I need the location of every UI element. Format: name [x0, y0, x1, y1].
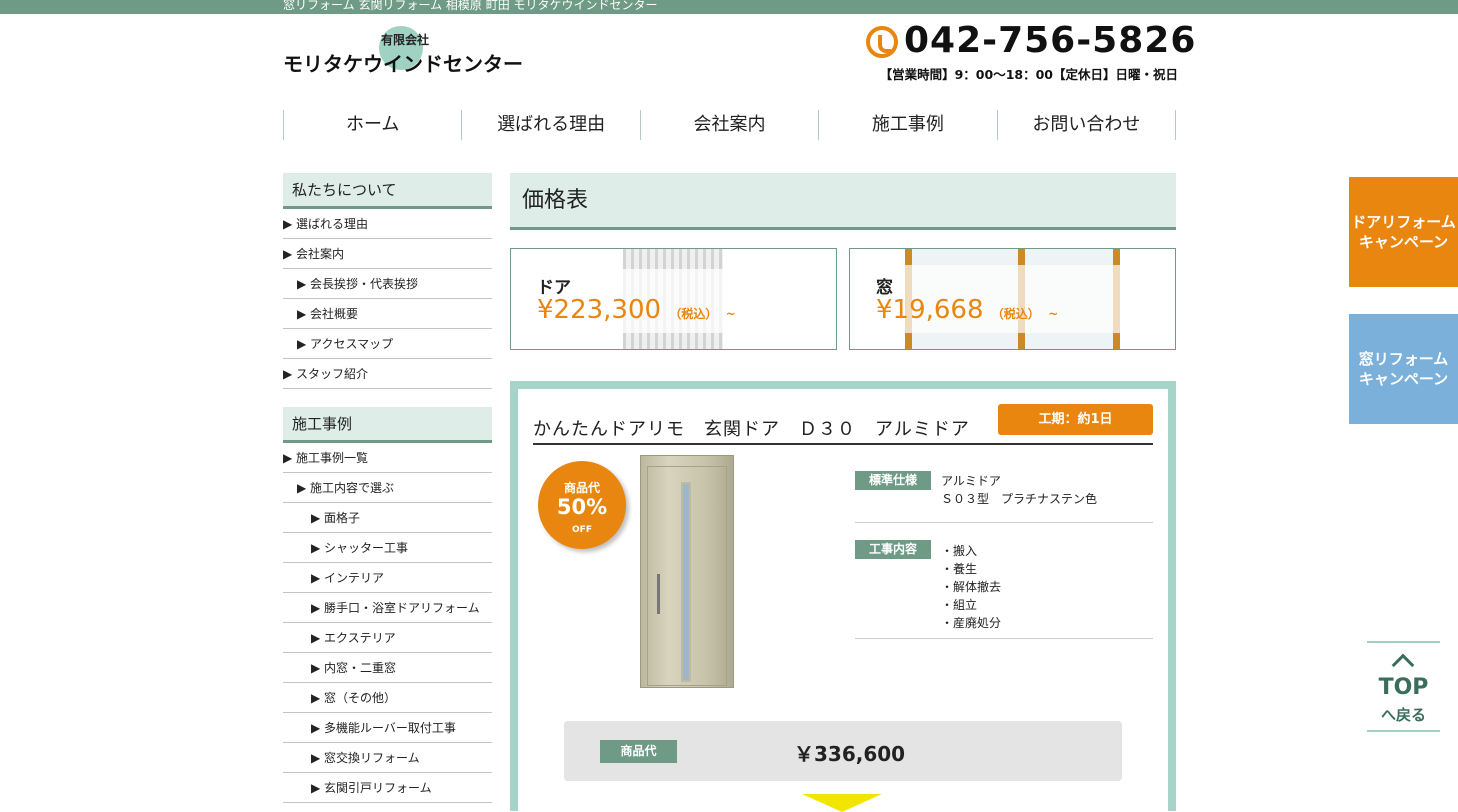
door-price-card[interactable]: ドア ¥223,300 （税込） ~ — [510, 248, 837, 350]
work-item: ・養生 — [941, 562, 978, 576]
sidebar: 私たちについて ▶ 選ばれる理由 ▶ 会社案内 ▶ 会長挨拶・代表挨拶 ▶ 会社概要 ▶… — [283, 173, 492, 803]
works-item[interactable]: ▶ 窓（その他） — [283, 683, 492, 713]
works-item[interactable]: ▶ 玄関引戸リフォーム — [283, 773, 492, 803]
spec-line-2: Ｓ０３型 プラチナステン色 — [941, 492, 1098, 506]
nav-home[interactable]: ホーム — [283, 110, 461, 140]
company-logo[interactable]: 有限会社 モリタケウインドセンター — [283, 26, 543, 78]
works-item[interactable]: ▶ 施工内容で選ぶ — [283, 473, 492, 503]
about-item[interactable]: ▶ 会社案内 — [283, 239, 492, 269]
discount-label: 商品代 — [563, 481, 600, 495]
product-title: かんたんドアリモ 玄関ドア Ｄ３０ アルミドア — [533, 419, 970, 440]
works-item[interactable]: ▶ 勝手口・浴室ドアリフォーム — [283, 593, 492, 623]
sidebar-heading-works: 施工事例 — [283, 407, 492, 443]
chevron-up-icon — [1391, 653, 1415, 677]
discount-badge: 商品代 50% OFF — [538, 461, 626, 549]
back-to-top-line-2: へ戻る — [1380, 706, 1426, 724]
works-item[interactable]: ▶ 施工事例一覧 — [283, 443, 492, 473]
arrow-down-icon — [802, 794, 882, 812]
product-price-box: 商品代 ￥336,600 — [564, 721, 1122, 781]
about-item[interactable]: ▶ 選ばれる理由 — [283, 209, 492, 239]
spec-line-1: アルミドア — [941, 474, 1001, 488]
door-campaign-banner[interactable]: ドアリフォーム キャンペーン — [1349, 177, 1458, 287]
work-item: ・搬入 — [941, 544, 978, 558]
about-item[interactable]: ▶ スタッフ紹介 — [283, 359, 492, 389]
window-campaign-banner[interactable]: 窓リフォーム キャンペーン — [1349, 314, 1458, 424]
work-label: 工事内容 — [855, 540, 931, 559]
door-product-image — [640, 455, 734, 688]
works-item[interactable]: ▶ 内窓・二重窓 — [283, 653, 492, 683]
work-item: ・組立 — [941, 598, 978, 612]
door-card-price: ¥223,300 （税込） ~ — [537, 295, 736, 325]
works-item[interactable]: ▶ 多機能ルーバー取付工事 — [283, 713, 492, 743]
phone-block[interactable]: 042-756-5826 — [866, 20, 1195, 62]
nav-contact[interactable]: お問い合わせ — [996, 110, 1177, 140]
works-item[interactable]: ▶ エクステリア — [283, 623, 492, 653]
about-item[interactable]: ▶ 会長挨拶・代表挨拶 — [283, 269, 492, 299]
sidebar-heading-about: 私たちについて — [283, 173, 492, 209]
phone-icon — [866, 26, 898, 58]
works-item[interactable]: ▶ 面格子 — [283, 503, 492, 533]
logo-company-name: モリタケウインドセンター — [283, 52, 523, 76]
window-campaign-line-2: キャンペーン — [1358, 370, 1449, 388]
business-hours: 【営業時間】9：00〜18：00【定休日】日曜・祝日 — [879, 67, 1178, 82]
door-campaign-line-1: ドアリフォーム — [1351, 213, 1456, 231]
global-nav: ホーム 選ばれる理由 会社案内 施工事例 お問い合わせ — [283, 110, 1177, 140]
about-item[interactable]: ▶ アクセスマップ — [283, 329, 492, 359]
discount-off: OFF — [572, 525, 592, 535]
about-item[interactable]: ▶ 会社概要 — [283, 299, 492, 329]
page-title: 価格表 — [510, 173, 1176, 230]
back-to-top-button[interactable]: TOP へ戻る — [1367, 641, 1440, 732]
window-campaign-line-1: 窓リフォーム — [1358, 350, 1449, 368]
construction-period-badge: 工期：約1日 — [998, 404, 1153, 435]
top-banner: 窓リフォーム 玄関リフォーム 相模原 町田 モリタケウインドセンター — [0, 0, 1458, 14]
nav-company[interactable]: 会社案内 — [639, 110, 818, 140]
sidebar-about-list: ▶ 選ばれる理由 ▶ 会社案内 ▶ 会長挨拶・代表挨拶 ▶ 会社概要 ▶ アクセスマップ… — [283, 209, 492, 389]
spec-label: 標準仕様 — [855, 471, 931, 490]
price-value: ￥336,600 — [794, 742, 906, 766]
works-item[interactable]: ▶ 窓交換リフォーム — [283, 743, 492, 773]
phone-number[interactable]: 042-756-5826 — [904, 20, 1196, 61]
works-item[interactable]: ▶ シャッター工事 — [283, 533, 492, 563]
top-banner-text: 窓リフォーム 玄関リフォーム 相模原 町田 モリタケウインドセンター — [283, 0, 658, 12]
price-cards: ドア ¥223,300 （税込） ~ 窓 ¥19,668 （税込） ~ — [510, 248, 1176, 350]
works-item[interactable]: ▶ インテリア — [283, 563, 492, 593]
door-campaign-line-2: キャンペーン — [1358, 233, 1449, 251]
nav-works[interactable]: 施工事例 — [818, 110, 996, 140]
product-card: かんたんドアリモ 玄関ドア Ｄ３０ アルミドア 工期：約1日 商品代 50% O… — [510, 381, 1176, 812]
main-content: 価格表 ドア ¥223,300 （税込） ~ 窓 ¥19,668 （税込） ~ … — [510, 173, 1176, 812]
price-label: 商品代 — [600, 740, 677, 763]
nav-reasons[interactable]: 選ばれる理由 — [461, 110, 639, 140]
work-item: ・解体撤去 — [941, 580, 1002, 594]
work-item: ・産廃処分 — [941, 616, 1002, 630]
sidebar-works-list: ▶ 施工事例一覧 ▶ 施工内容で選ぶ ▶ 面格子 ▶ シャッター工事 ▶ インテリア ▶ … — [283, 443, 492, 803]
window-card-price: ¥19,668 （税込） ~ — [876, 295, 1059, 325]
back-to-top-line-1: TOP — [1378, 675, 1429, 700]
window-price-card[interactable]: 窓 ¥19,668 （税込） ~ — [849, 248, 1176, 350]
logo-company-type: 有限会社 — [381, 33, 430, 47]
discount-value: 50% — [556, 495, 608, 519]
